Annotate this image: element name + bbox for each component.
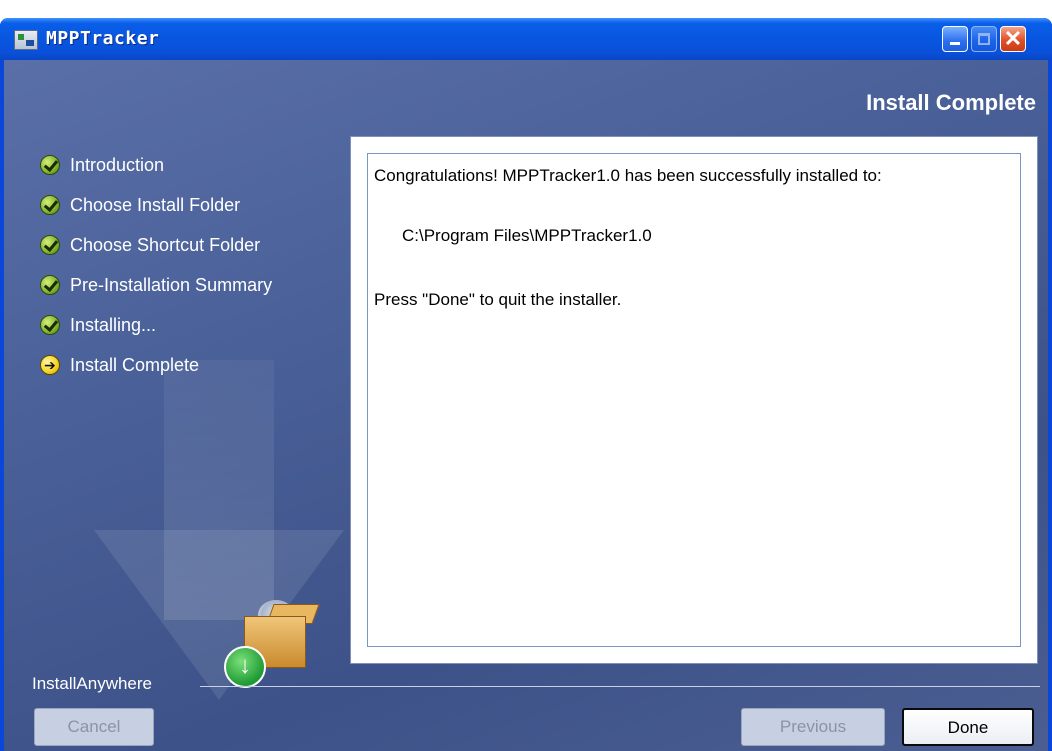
content-panel: Congratulations! MPPTracker1.0 has been … <box>350 136 1038 664</box>
brand-label: InstallAnywhere <box>32 674 153 693</box>
install-path-text: C:\Program Files\MPPTracker1.0 <box>402 226 652 245</box>
install-box-illustration: ↓ <box>224 600 320 688</box>
app-icon <box>14 30 38 50</box>
maximize-button[interactable] <box>971 26 997 52</box>
step-item-install-complete: Install Complete <box>40 354 360 376</box>
download-icon: ↓ <box>224 646 266 688</box>
check-icon <box>40 155 60 175</box>
close-icon: ✕ <box>1003 26 1023 51</box>
cancel-button[interactable]: Cancel <box>34 708 154 746</box>
congratulations-text: Congratulations! MPPTracker1.0 has been … <box>374 166 882 185</box>
check-icon <box>40 195 60 215</box>
step-label: Choose Install Folder <box>70 195 241 215</box>
step-title: Install Complete <box>866 90 1036 115</box>
previous-label: Previous <box>779 717 847 736</box>
step-label: Choose Shortcut Folder <box>70 235 261 255</box>
footer-divider <box>200 686 1040 687</box>
installer-window: MPPTracker ✕ Install Complete Introducti… <box>0 18 1052 751</box>
done-label: Done <box>947 718 989 737</box>
step-item-installing: Installing... <box>40 314 360 336</box>
cancel-label: Cancel <box>67 717 121 736</box>
minimize-button[interactable] <box>942 26 968 52</box>
step-label: Introduction <box>70 155 165 175</box>
step-item-choose-install-folder: Choose Install Folder <box>40 194 360 216</box>
done-button[interactable]: Done <box>902 708 1034 746</box>
step-item-pre-installation-summary: Pre-Installation Summary <box>40 274 360 296</box>
step-label: Install Complete <box>70 355 200 375</box>
arrow-right-icon <box>40 355 60 375</box>
minimize-icon <box>950 42 960 45</box>
previous-button[interactable]: Previous <box>741 708 885 746</box>
step-item-introduction: Introduction <box>40 154 360 176</box>
installer-body: Install Complete Introduction Choose Ins… <box>4 60 1048 751</box>
message-area: Congratulations! MPPTracker1.0 has been … <box>367 153 1021 647</box>
check-icon <box>40 235 60 255</box>
step-item-choose-shortcut-folder: Choose Shortcut Folder <box>40 234 360 256</box>
maximize-icon <box>978 33 990 45</box>
check-icon <box>40 315 60 335</box>
step-label: Installing... <box>70 315 157 335</box>
check-icon <box>40 275 60 295</box>
close-button[interactable]: ✕ <box>1000 26 1026 52</box>
window-title: MPPTracker <box>46 28 160 49</box>
step-label: Pre-Installation Summary <box>70 275 273 295</box>
quit-instruction-text: Press "Done" to quit the installer. <box>374 290 622 309</box>
title-bar[interactable]: MPPTracker ✕ <box>0 18 1052 60</box>
